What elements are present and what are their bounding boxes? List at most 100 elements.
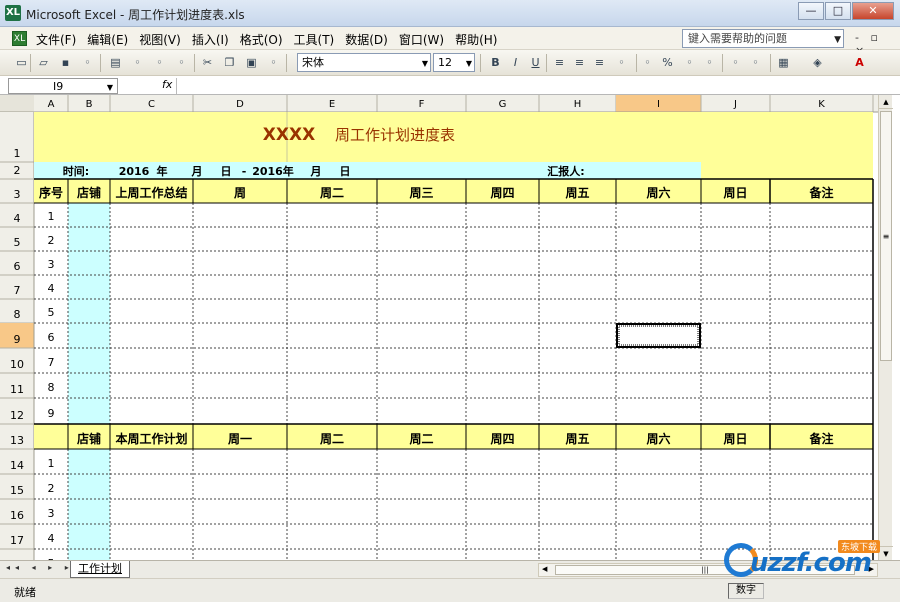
align-right-icon[interactable]: ≡: [592, 55, 607, 70]
menu-item-2[interactable]: 视图(V): [139, 31, 181, 48]
merge-center-icon[interactable]: ◦: [614, 55, 629, 70]
column-header-H: H: [574, 99, 582, 110]
sequence-number: 7: [48, 356, 55, 369]
header2-3: 周一: [228, 432, 252, 446]
close-button[interactable]: ✕: [852, 2, 894, 20]
sequence-number: 2: [48, 482, 55, 495]
cut-icon[interactable]: ✂: [200, 55, 215, 70]
maximize-button[interactable]: □: [825, 2, 851, 20]
font-color-icon[interactable]: A: [852, 55, 867, 70]
header2-4: 周二: [320, 432, 344, 446]
borders-icon[interactable]: ▦: [776, 55, 791, 70]
currency-icon[interactable]: ◦: [640, 55, 655, 70]
year-label: 年: [157, 164, 168, 178]
underline-icon[interactable]: U: [528, 55, 543, 70]
print-preview-icon[interactable]: ◦: [130, 55, 145, 70]
name-box[interactable]: I9 ▼: [8, 78, 118, 94]
increase-decimal-icon[interactable]: ◦: [682, 55, 697, 70]
open-icon[interactable]: ▱: [36, 55, 51, 70]
grid-svg: ABCDEFGHIJK123456789101112131415161718XX…: [0, 95, 880, 560]
formula-bar: I9 ▼ fx: [0, 77, 900, 95]
permission-icon[interactable]: ◦: [80, 55, 95, 70]
date-row-fill-right: [701, 162, 873, 179]
sequence-number: 6: [48, 331, 55, 344]
decrease-decimal-icon[interactable]: ◦: [702, 55, 717, 70]
menu-bar: XL 文件(F) 编辑(E) 视图(V) 插入(I) 格式(O) 工具(T) 数据(D) 窗口…: [0, 27, 900, 57]
chevron-down-icon[interactable]: ▼: [466, 57, 472, 70]
header1-2: 上周工作总结: [115, 185, 187, 200]
italic-icon[interactable]: I: [508, 55, 523, 70]
increase-indent-icon[interactable]: ◦: [748, 55, 763, 70]
toolbar-separator: [546, 54, 547, 72]
font-name-select[interactable]: 宋体 ▼: [297, 53, 431, 72]
menu-item-6[interactable]: 数据(D): [345, 31, 388, 48]
font-size-select[interactable]: 12 ▼: [433, 53, 475, 72]
menu-item-8[interactable]: 帮助(H): [455, 31, 497, 48]
paste-icon[interactable]: ▣: [244, 55, 259, 70]
new-file-icon[interactable]: ▭: [14, 55, 29, 70]
menu-item-3[interactable]: 插入(I): [192, 31, 229, 48]
day-label: 日: [221, 165, 232, 178]
toolbar-separator: [286, 54, 287, 72]
menu-item-4[interactable]: 格式(O): [240, 31, 283, 48]
row-number: 10: [10, 358, 24, 371]
toolbar-separator: [30, 54, 31, 72]
menu-item-0[interactable]: 文件(F): [36, 31, 76, 48]
row-number: 9: [14, 333, 21, 346]
row-number: 12: [10, 409, 24, 422]
help-placeholder: 键入需要帮助的问题: [688, 32, 787, 45]
menu-item-5[interactable]: 工具(T): [294, 31, 335, 48]
help-search-input[interactable]: 键入需要帮助的问题 ▼: [682, 29, 844, 48]
header2-8: 周六: [646, 431, 670, 446]
day-label-2: 日: [340, 165, 351, 178]
toolbar-separator: [194, 54, 195, 72]
worksheet-grid[interactable]: ABCDEFGHIJK123456789101112131415161718XX…: [0, 95, 880, 560]
insert-function-icon[interactable]: fx: [162, 78, 172, 91]
align-center-icon[interactable]: ≡: [572, 55, 587, 70]
save-icon[interactable]: ▪: [58, 55, 73, 70]
menu-item-1[interactable]: 编辑(E): [87, 31, 128, 48]
toolbar-separator: [722, 54, 723, 72]
minimize-button[interactable]: —: [798, 2, 824, 20]
menu-item-7[interactable]: 窗口(W): [399, 31, 444, 48]
header1-10: 备注: [808, 185, 833, 200]
spelling-icon[interactable]: ◦: [152, 55, 167, 70]
chevron-down-icon[interactable]: ▼: [422, 57, 428, 70]
title-bar: XL Microsoft Excel - 周工作计划进度表.xls — □ ✕: [0, 0, 900, 27]
font-name-value: 宋体: [302, 56, 324, 69]
sheet-tab-active[interactable]: 工作计划: [70, 561, 130, 578]
percent-icon[interactable]: %: [660, 55, 675, 70]
selected-cell[interactable]: [616, 323, 701, 348]
print-icon[interactable]: ▤: [108, 55, 123, 70]
sequence-number: 5: [48, 306, 55, 319]
sequence-number: 8: [48, 381, 55, 394]
year-start: 2016: [119, 165, 150, 178]
row-number: 16: [10, 509, 24, 522]
scroll-up-icon[interactable]: ▲: [879, 95, 893, 109]
vertical-scroll-thumb[interactable]: ≡: [880, 111, 892, 361]
decrease-indent-icon[interactable]: ◦: [728, 55, 743, 70]
vertical-scrollbar[interactable]: ▲ ≡ ▼: [878, 95, 893, 560]
column-header-bar: [0, 95, 880, 112]
menu-items: 文件(F) 编辑(E) 视图(V) 插入(I) 格式(O) 工具(T) 数据(D) 窗口(W)…: [36, 31, 508, 48]
scroll-left-icon[interactable]: ◀: [542, 565, 547, 573]
row-number: 14: [10, 459, 24, 472]
column-header-D: D: [236, 99, 244, 110]
select-all-corner[interactable]: [0, 95, 34, 112]
workbook-icon[interactable]: XL: [12, 31, 27, 46]
header1-6: 周四: [490, 186, 514, 200]
name-box-value: I9: [53, 80, 64, 93]
help-dropdown-icon[interactable]: ▼: [834, 33, 841, 47]
copy-icon[interactable]: ❐: [222, 55, 237, 70]
row-number: 17: [10, 534, 24, 547]
fill-color-icon[interactable]: ◈: [810, 55, 825, 70]
month-label: 月: [191, 165, 203, 178]
bold-icon[interactable]: B: [488, 55, 503, 70]
format-painter-icon[interactable]: ◦: [266, 55, 281, 70]
align-left-icon[interactable]: ≡: [552, 55, 567, 70]
research-icon[interactable]: ◦: [174, 55, 189, 70]
window-controls: — □ ✕: [797, 2, 894, 20]
sequence-number: 1: [48, 457, 55, 470]
chevron-down-icon[interactable]: ▼: [107, 81, 113, 94]
formula-input[interactable]: [176, 78, 892, 94]
